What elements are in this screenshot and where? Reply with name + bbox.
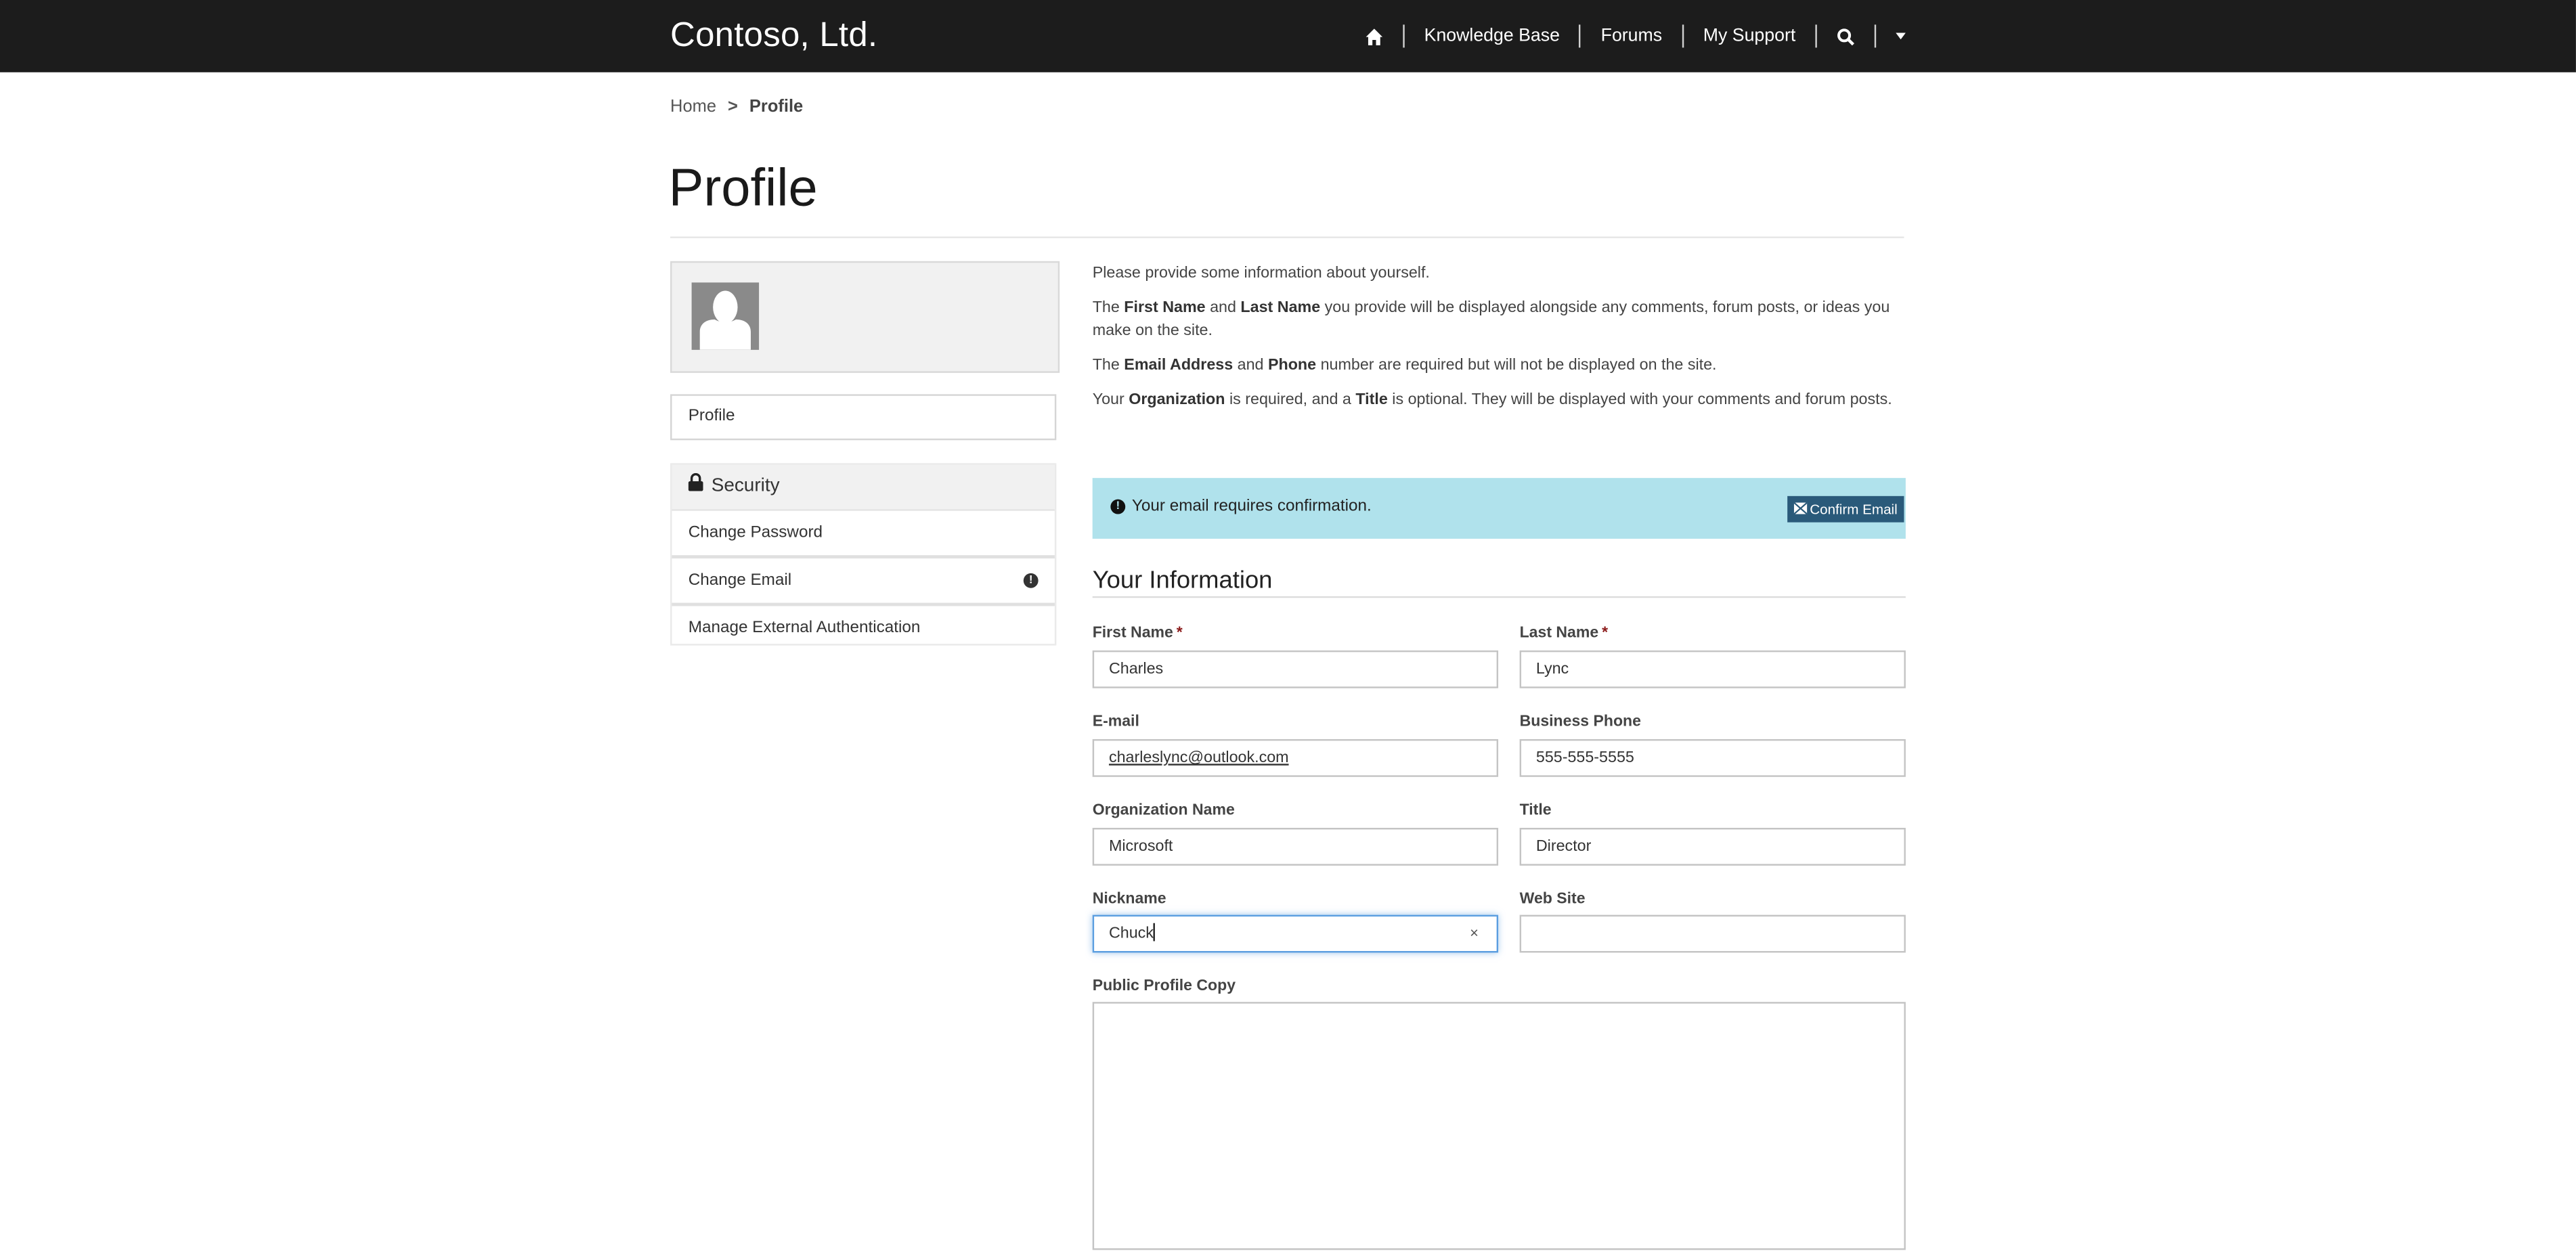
text-caret <box>1153 923 1156 942</box>
home-icon <box>1365 27 1383 45</box>
nickname-label: Nickname <box>1092 890 1166 908</box>
nav-account-dropdown[interactable] <box>1874 24 1906 48</box>
sidebar-item-profile[interactable]: Profile <box>672 396 1054 439</box>
required-marker: * <box>1176 624 1183 642</box>
lock-icon <box>688 465 703 510</box>
avatar-panel <box>670 261 1060 373</box>
page-title: Profile <box>668 157 818 217</box>
nav-search[interactable] <box>1815 24 1874 48</box>
avatar[interactable] <box>691 282 760 350</box>
title-input[interactable]: Director <box>1519 828 1906 866</box>
exclamation-circle-icon: ! <box>1023 573 1039 588</box>
clear-icon[interactable]: × <box>1470 916 1479 951</box>
confirm-email-button[interactable]: Confirm Email <box>1787 495 1904 523</box>
organization-label: Organization Name <box>1092 801 1235 820</box>
last-name-label: Last Name * <box>1519 624 1609 642</box>
search-icon <box>1837 27 1855 45</box>
required-marker: * <box>1602 624 1609 642</box>
organization-input[interactable]: Microsoft <box>1092 828 1499 866</box>
business-phone-input[interactable]: 555-555-5555 <box>1519 738 1906 777</box>
title-divider <box>670 236 1904 238</box>
intro-paragraph: Your Organization is required, and a Tit… <box>1092 391 1892 410</box>
breadcrumb-separator: > <box>728 97 738 117</box>
brand-logo[interactable]: Contoso, Ltd. <box>670 16 877 56</box>
caret-down-icon <box>1896 32 1906 40</box>
nav-knowledge-base[interactable]: Knowledge Base <box>1403 24 1579 48</box>
main-nav: Knowledge Base Forums My Support <box>1365 0 1906 72</box>
breadcrumb: Home > Profile <box>670 97 803 116</box>
user-placeholder-icon <box>699 290 751 350</box>
public-profile-textarea[interactable] <box>1092 1002 1906 1250</box>
sidebar-item-manage-external-auth[interactable]: Manage External Authentication <box>672 602 1055 650</box>
nav-my-support[interactable]: My Support <box>1682 24 1815 48</box>
nav-home[interactable] <box>1365 24 1403 47</box>
security-heading-label: Security <box>711 476 780 496</box>
business-phone-label: Business Phone <box>1519 713 1641 731</box>
breadcrumb-home[interactable]: Home <box>670 97 716 116</box>
email-input[interactable]: charleslync@outlook.com <box>1092 738 1499 777</box>
sidebar-item-change-password[interactable]: Change Password <box>672 509 1055 555</box>
first-name-input[interactable]: Charles <box>1092 650 1499 688</box>
section-divider <box>1092 596 1906 598</box>
intro-text: Please provide some information about yo… <box>1093 263 1906 424</box>
nickname-input[interactable]: Chuck × <box>1092 914 1499 953</box>
intro-paragraph: Please provide some information about yo… <box>1092 264 1430 283</box>
exclamation-circle-icon: ! <box>1110 499 1126 514</box>
intro-paragraph: The Email Address and Phone number are r… <box>1092 356 1717 375</box>
intro-paragraph: The First Name and Last Name you provide… <box>1092 299 1890 340</box>
nickname-value: Chuck <box>1108 925 1154 943</box>
sidebar-security: Security Change Password Change Email ! … <box>670 463 1057 646</box>
sidebar-item-label: Change Email <box>688 571 792 590</box>
breadcrumb-current: Profile <box>749 97 804 117</box>
top-navbar: Contoso, Ltd. Knowledge Base Forums My S… <box>0 0 2576 72</box>
email-label: E-mail <box>1092 713 1139 731</box>
first-name-label: First Name * <box>1092 624 1183 642</box>
nav-forums[interactable]: Forums <box>1579 24 1682 48</box>
sidebar-profile: Profile <box>670 394 1057 441</box>
website-input[interactable] <box>1519 914 1906 953</box>
title-label: Title <box>1519 801 1552 820</box>
section-title: Your Information <box>1092 567 1273 595</box>
last-name-input[interactable]: Lync <box>1519 650 1906 688</box>
website-label: Web Site <box>1519 890 1586 908</box>
alert-message: Your email requires confirmation. <box>1131 498 1372 516</box>
security-heading: Security <box>672 464 1055 510</box>
sidebar-item-change-email[interactable]: Change Email ! <box>672 555 1055 602</box>
email-confirmation-alert: ! Your email requires confirmation. Conf… <box>1092 478 1906 539</box>
envelope-icon <box>1793 496 1808 523</box>
public-profile-label: Public Profile Copy <box>1092 977 1236 996</box>
confirm-email-label: Confirm Email <box>1810 501 1898 518</box>
